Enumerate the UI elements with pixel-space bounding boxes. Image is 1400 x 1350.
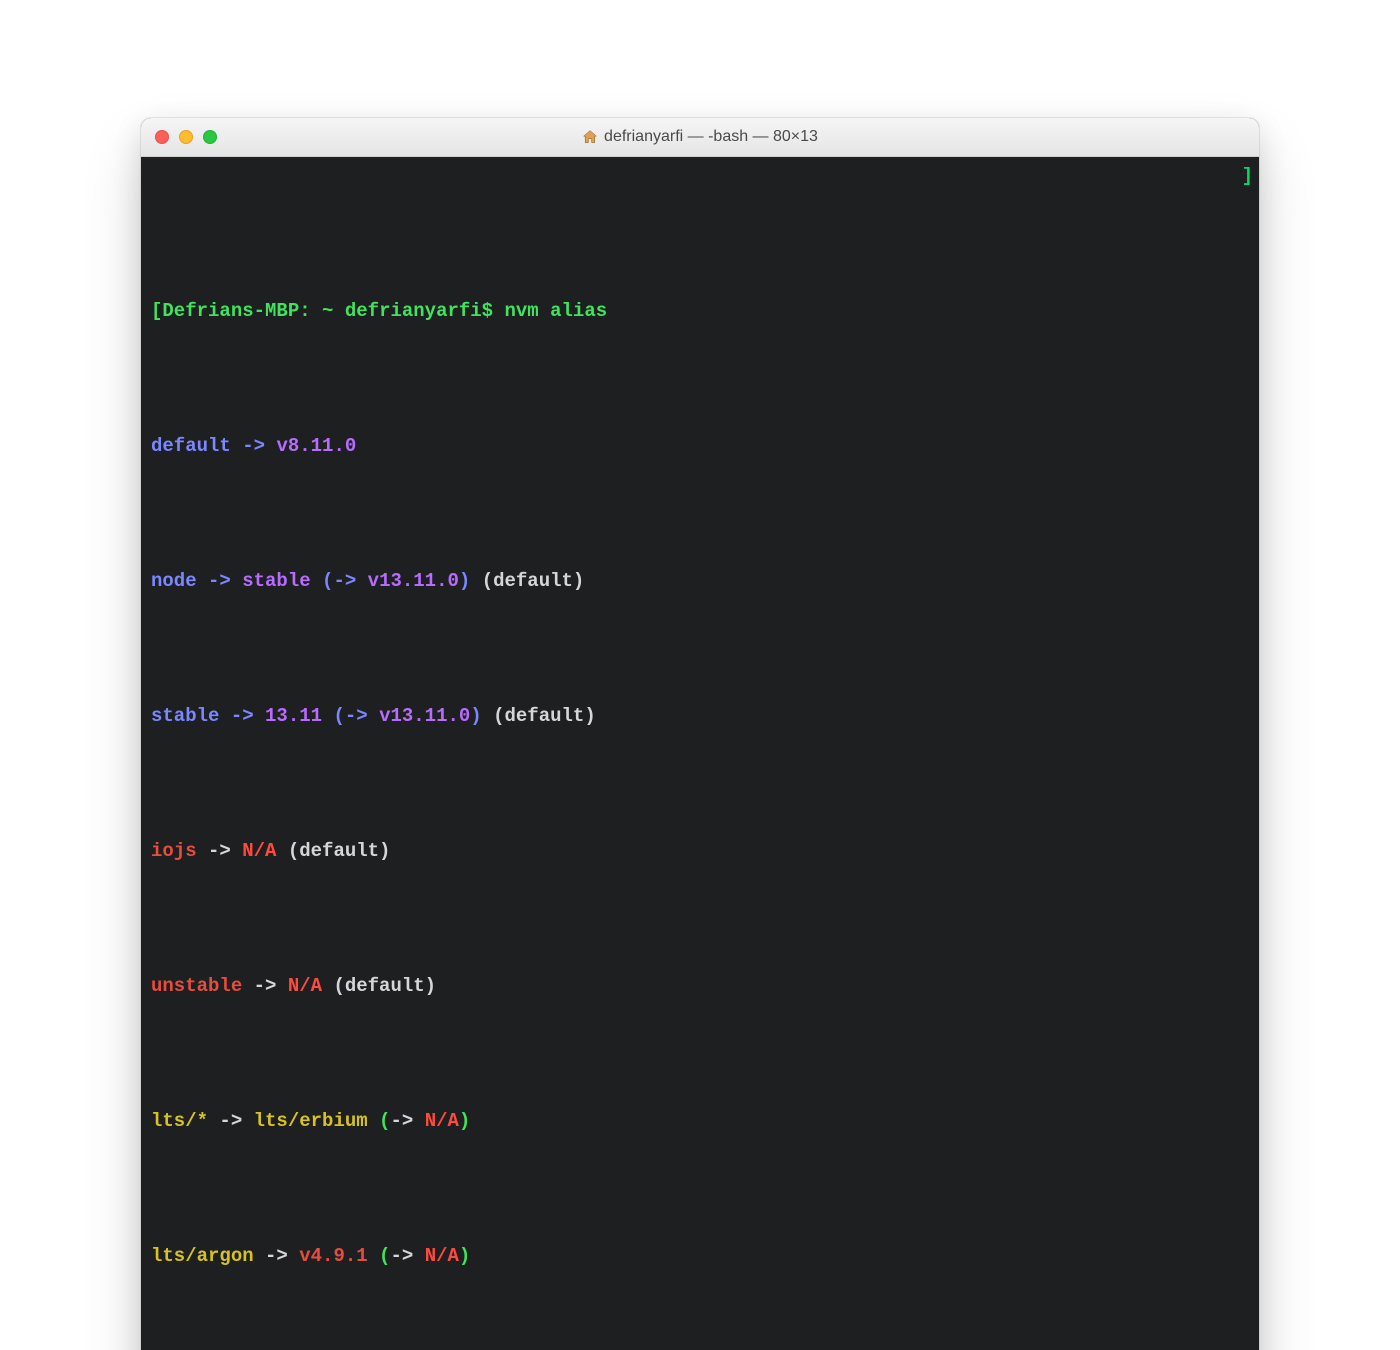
output-line: iojs -> N/A (default): [151, 838, 1249, 865]
arrow: ->: [242, 975, 288, 997]
prompt-user: defrianyarfi$: [345, 300, 493, 322]
arrow: ->: [208, 1110, 254, 1132]
arrow: ->: [197, 840, 243, 862]
window-title-text: defrianyarfi — -bash — 80×13: [604, 128, 818, 146]
paren: ): [459, 1245, 470, 1267]
alias-name: stable: [151, 705, 219, 727]
arrow: ->: [345, 705, 379, 727]
window-controls: [155, 130, 217, 144]
terminal-body[interactable]: ] [Defrians-MBP: ~ defrianyarfi$ nvm ali…: [141, 157, 1259, 1350]
paren: (: [368, 1110, 391, 1132]
alias-target: N/A: [242, 840, 276, 862]
resolved-version: N/A: [425, 1110, 459, 1132]
home-icon: [582, 129, 598, 145]
arrow: ->: [219, 705, 265, 727]
alias-name: unstable: [151, 975, 242, 997]
resolved-version: N/A: [425, 1245, 459, 1267]
alias-target: v4.9.1: [299, 1245, 367, 1267]
window-title: defrianyarfi — -bash — 80×13: [141, 128, 1259, 146]
arrow: ->: [390, 1245, 424, 1267]
terminal-window: defrianyarfi — -bash — 80×13 ] [Defrians…: [141, 118, 1259, 1350]
minimize-button[interactable]: [179, 130, 193, 144]
prompt-path-text: ~: [322, 300, 333, 322]
alias-name: iojs: [151, 840, 197, 862]
scroll-indicator: ]: [1242, 163, 1253, 190]
alias-name: lts/*: [151, 1110, 208, 1132]
prompt-path: [311, 300, 322, 322]
command-text: nvm alias: [505, 300, 608, 322]
zoom-button[interactable]: [203, 130, 217, 144]
alias-target: lts/erbium: [254, 1110, 368, 1132]
alias-target: N/A: [288, 975, 322, 997]
output-line: stable -> 13.11 (-> v13.11.0) (default): [151, 703, 1249, 730]
paren: ): [459, 570, 470, 592]
close-button[interactable]: [155, 130, 169, 144]
alias-target: 13.11: [265, 705, 322, 727]
output-line: lts/argon -> v4.9.1 (-> N/A): [151, 1243, 1249, 1270]
prompt-host: Defrians-MBP:: [162, 300, 310, 322]
note: (default): [470, 570, 584, 592]
alias-name: node: [151, 570, 197, 592]
arrow: ->: [254, 1245, 300, 1267]
titlebar: defrianyarfi — -bash — 80×13: [141, 118, 1259, 157]
arrow: ->: [333, 570, 367, 592]
paren: (: [368, 1245, 391, 1267]
prompt-line: [Defrians-MBP: ~ defrianyarfi$ nvm alias: [151, 298, 1249, 325]
paren: (: [322, 705, 345, 727]
note: (default): [482, 705, 596, 727]
output-line: unstable -> N/A (default): [151, 973, 1249, 1000]
paren: ): [470, 705, 481, 727]
output-line: node -> stable (-> v13.11.0) (default): [151, 568, 1249, 595]
alias-target: stable: [242, 570, 310, 592]
alias-name: lts/argon: [151, 1245, 254, 1267]
alias-name: default: [151, 435, 231, 457]
arrow: ->: [197, 570, 243, 592]
arrow: ->: [390, 1110, 424, 1132]
resolved-version: v13.11.0: [368, 570, 459, 592]
note: (default): [276, 840, 390, 862]
alias-target: v8.11.0: [276, 435, 356, 457]
note: (default): [322, 975, 436, 997]
output-line: lts/* -> lts/erbium (-> N/A): [151, 1108, 1249, 1135]
arrow: ->: [231, 435, 277, 457]
paren: (: [311, 570, 334, 592]
paren: ): [459, 1110, 470, 1132]
output-line: default -> v8.11.0: [151, 433, 1249, 460]
prompt-bracket: [: [151, 300, 162, 322]
stage: defrianyarfi — -bash — 80×13 ] [Defrians…: [0, 0, 1400, 675]
resolved-version: v13.11.0: [379, 705, 470, 727]
